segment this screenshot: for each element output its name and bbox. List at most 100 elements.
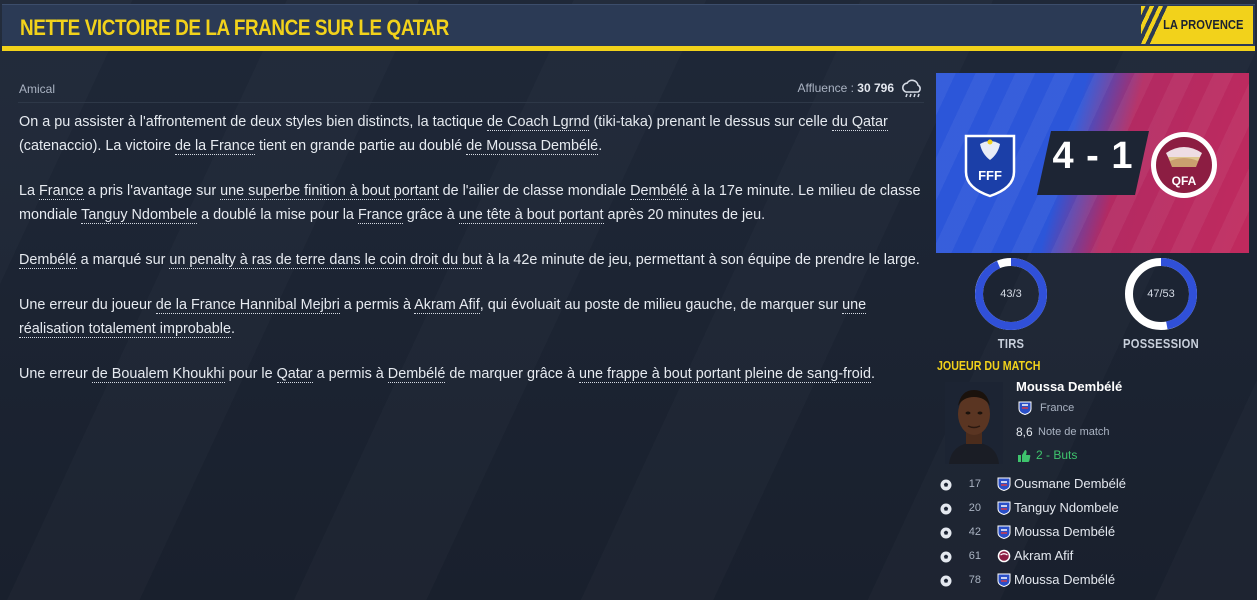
article-link[interactable]: une frappe à bout portant pleine de sang… — [578, 366, 872, 383]
article-body: On a pu assister à l'affrontement de deu… — [19, 110, 927, 407]
article-text: de l'ailier de classe mondiale — [438, 183, 631, 199]
article-text: a marqué sur — [76, 252, 170, 268]
article-text: a permis à — [339, 297, 415, 313]
possession-value: 47/53 — [1147, 288, 1175, 300]
article-link[interactable]: Dembélé — [19, 252, 77, 269]
goal-row[interactable]: 78 Moussa Dembélé — [937, 570, 1257, 592]
article-text: On a pu assister à l'affrontement de deu… — [19, 114, 488, 130]
away-badge-text: QFA — [1172, 174, 1197, 188]
goal-minute: 61 — [968, 550, 981, 562]
article-text: a pris l'avantage sur — [83, 183, 221, 199]
goal-scorer-name[interactable]: Moussa Dembélé — [1014, 572, 1115, 587]
score-card[interactable]: FFF 4 - 1 QFA — [936, 73, 1249, 253]
france-flag-icon — [997, 573, 1011, 587]
attendance-label: Affluence : — [797, 81, 854, 95]
article-link[interactable]: une tête à bout portant — [458, 207, 604, 224]
thumbs-up-icon — [1018, 450, 1031, 462]
article-link[interactable]: Dembélé — [630, 183, 688, 200]
player-rating-label: Note de match — [1038, 426, 1110, 438]
header-underline — [2, 46, 1255, 51]
article-link[interactable]: France — [39, 183, 84, 200]
article-paragraph: Une erreur de Boualem Khoukhi pour le Qa… — [19, 362, 927, 386]
newspaper-name: LA PROVENCE — [1162, 17, 1243, 32]
article-link[interactable]: de Coach Lgrnd — [487, 114, 590, 131]
article-link[interactable]: Tanguy Ndombele — [81, 207, 198, 224]
article-text: après 20 minutes de jeu. — [603, 207, 766, 223]
article-text: . — [230, 321, 235, 337]
news-headline: NETTE VICTOIRE DE LA FRANCE SUR LE QATAR — [20, 15, 449, 40]
goal-minute: 17 — [968, 478, 981, 490]
football-icon — [940, 575, 952, 587]
article-paragraph: Une erreur du joueur de la France Hannib… — [19, 293, 927, 341]
football-icon — [940, 527, 952, 539]
player-country: France — [1040, 402, 1075, 414]
article-link[interactable]: de Moussa Dembélé — [466, 138, 599, 155]
player-rating: 8,6 — [1016, 425, 1033, 439]
article-text: (tiki-taka) prenant le dessus sur celle — [589, 114, 832, 130]
article-text: pour le — [224, 366, 277, 382]
article-text: (catenaccio). La victoire — [19, 138, 175, 154]
player-name[interactable]: Moussa Dembélé — [1016, 379, 1122, 394]
goal-scorer-name[interactable]: Ousmane Dembélé — [1014, 476, 1126, 491]
article-link[interactable]: de la France Hannibal Mejbri — [155, 297, 340, 314]
article-text: Une erreur du joueur — [19, 297, 156, 313]
possession-label: POSSESSION — [1123, 336, 1199, 351]
article-paragraph: La France a pris l'avantage sur une supe… — [19, 179, 927, 227]
article-link[interactable]: du Qatar — [831, 114, 888, 131]
goal-row[interactable]: 42 Moussa Dembélé — [937, 522, 1257, 544]
shots-label: TIRS — [997, 336, 1025, 351]
goal-row[interactable]: 20 Tanguy Ndombele — [937, 498, 1257, 520]
cloud-rain-icon — [902, 79, 921, 98]
final-score: 4 - 1 — [1052, 135, 1134, 177]
home-badge-text: FFF — [978, 168, 1002, 183]
attendance: Affluence : 30 796 — [797, 81, 894, 95]
goal-row[interactable]: 17 Ousmane Dembélé — [937, 474, 1257, 496]
france-flag-icon — [997, 501, 1011, 515]
article-link[interactable]: Akram Afif — [414, 297, 480, 314]
shots-value: 43/3 — [1000, 288, 1022, 300]
goal-minute: 20 — [968, 502, 981, 514]
match-meta-row: Amical Affluence : 30 796 — [18, 79, 924, 103]
article-text: grâce à — [402, 207, 459, 223]
article-link[interactable]: de Boualem Khoukhi — [91, 366, 225, 383]
article-text: Une erreur — [19, 366, 92, 382]
goal-row[interactable]: 61 Akram Afif — [937, 546, 1257, 568]
fff-badge-icon[interactable]: FFF — [958, 132, 1022, 198]
goal-scorer-name[interactable]: Akram Afif — [1014, 548, 1073, 563]
goal-minute: 78 — [968, 574, 981, 586]
article-text: à la 42e minute de jeu, permettant à son… — [482, 252, 920, 268]
article-link[interactable]: une superbe finition à bout portant — [220, 183, 439, 200]
football-icon — [940, 479, 952, 491]
player-goals: 2 - Buts — [1036, 448, 1078, 462]
football-icon — [940, 551, 952, 563]
football-icon — [940, 503, 952, 515]
article-text: . — [598, 138, 603, 154]
qatar-flag-icon — [997, 549, 1011, 563]
article-text: . — [871, 366, 876, 382]
article-paragraph: On a pu assister à l'affrontement de deu… — [19, 110, 927, 158]
man-of-the-match-title: JOUEUR DU MATCH — [937, 358, 1041, 373]
attendance-value: 30 796 — [857, 81, 894, 95]
article-link[interactable]: Dembélé — [387, 366, 446, 383]
article-text: a doublé la mise pour la — [197, 207, 358, 223]
article-link[interactable]: Qatar — [276, 366, 313, 383]
news-header: NETTE VICTOIRE DE LA FRANCE SUR LE QATAR — [2, 4, 1255, 47]
article-text: de marquer grâce à — [445, 366, 579, 382]
goal-minute: 42 — [968, 526, 981, 538]
france-flag-icon — [997, 525, 1011, 539]
article-text: tient en grande partie au doublé — [254, 138, 467, 154]
qfa-badge-icon[interactable]: QFA — [1148, 129, 1220, 201]
competition-label: Amical — [19, 82, 56, 96]
article-text: a permis à — [312, 366, 388, 382]
goal-scorer-name[interactable]: Tanguy Ndombele — [1014, 500, 1119, 515]
goal-scorer-name[interactable]: Moussa Dembélé — [1014, 524, 1115, 539]
article-link[interactable]: de la France — [174, 138, 255, 155]
article-link[interactable]: France — [357, 207, 403, 224]
player-portrait[interactable] — [945, 382, 1003, 464]
france-flag-icon — [997, 477, 1011, 491]
france-flag-icon — [1018, 401, 1032, 415]
article-link[interactable]: un penalty à ras de terre dans le coin d… — [169, 252, 483, 269]
article-text: , qui évoluait au poste de milieu gauche… — [479, 297, 843, 313]
article-text: La — [19, 183, 40, 199]
article-paragraph: Dembélé a marqué sur un penalty à ras de… — [19, 248, 927, 272]
